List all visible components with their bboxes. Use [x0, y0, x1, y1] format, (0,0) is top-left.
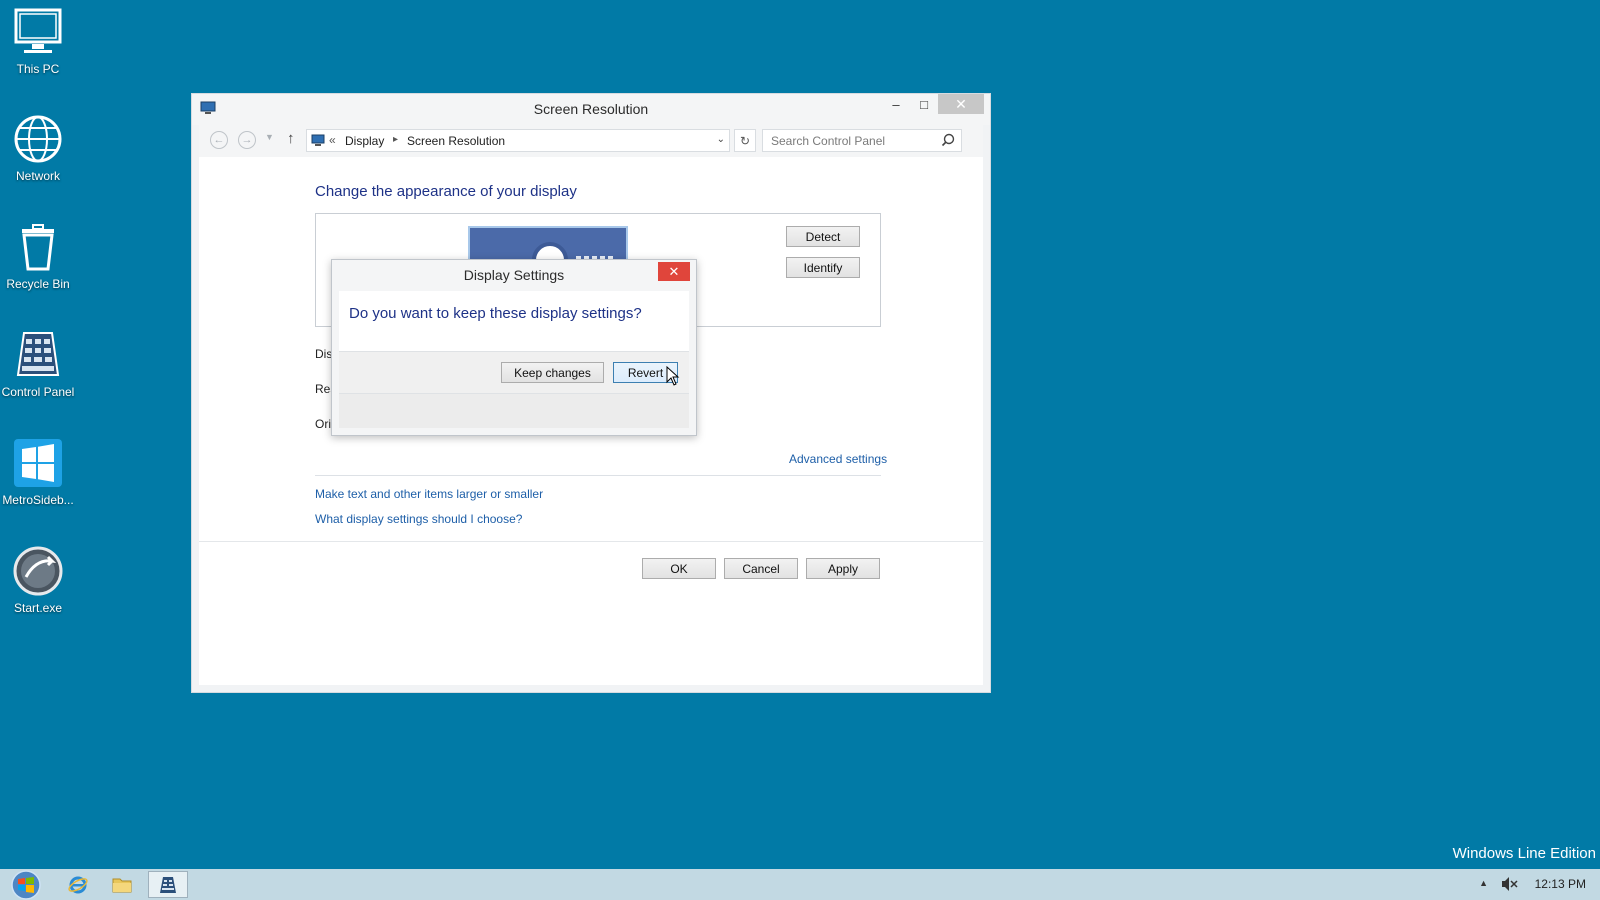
orientation-row-label: Ori	[315, 417, 331, 431]
show-hidden-icons-icon[interactable]: ▲	[1479, 878, 1488, 888]
up-arrow-icon[interactable]: ↑	[287, 130, 295, 147]
mouse-pointer-icon	[666, 366, 680, 386]
dialog-button-bar: Keep changes Revert	[339, 351, 689, 393]
breadcrumb-display[interactable]: Display	[345, 134, 384, 148]
desktop-icon-metrosidebar[interactable]: MetroSideb...	[0, 437, 76, 507]
desktop-icon-label: MetroSideb...	[2, 493, 74, 507]
breadcrumb-separator-icon[interactable]: ▸	[393, 134, 398, 145]
close-button[interactable]: ✕	[938, 94, 984, 114]
this-pc-icon	[14, 8, 62, 53]
desktop-icon-label: This PC	[16, 62, 60, 76]
title-bar[interactable]: Screen Resolution – □ ✕	[192, 94, 990, 125]
dialog-question: Do you want to keep these display settin…	[349, 305, 642, 322]
desktop-icon-this-pc[interactable]: This PC	[0, 6, 76, 76]
start-orb-icon	[13, 546, 63, 596]
desktop-icon-label: Network	[15, 169, 60, 183]
system-tray: ▲ 12:13 PM	[1400, 869, 1600, 900]
desktop-icon-start-exe[interactable]: Start.exe	[0, 545, 76, 615]
desktop-icon-label: Control Panel	[1, 385, 75, 399]
control-panel-icon	[16, 332, 60, 376]
desktop-icon-control-panel[interactable]: Control Panel	[0, 329, 76, 399]
minimize-button[interactable]: –	[882, 94, 910, 114]
desktop-icon-label: Start.exe	[13, 601, 63, 615]
detect-button[interactable]: Detect	[786, 226, 860, 247]
control-panel-small-icon	[311, 134, 325, 146]
display-settings-dialog: Display Settings ✕ Do you want to keep t…	[331, 259, 697, 436]
dialog-body: Do you want to keep these display settin…	[339, 291, 689, 351]
back-button[interactable]: ←	[210, 131, 228, 149]
footer-divider	[199, 541, 983, 542]
taskbar-control-panel[interactable]	[148, 871, 188, 898]
address-bar[interactable]: « Display ▸ Screen Resolution ⌄	[306, 129, 730, 152]
overflow-chevron-icon[interactable]: «	[329, 133, 336, 147]
windows-logo-icon	[14, 439, 62, 487]
section-divider	[315, 475, 881, 476]
refresh-button[interactable]: ↻	[734, 129, 756, 152]
advanced-settings-link[interactable]: Advanced settings	[789, 452, 887, 466]
ok-button[interactable]: OK	[642, 558, 716, 579]
text-size-link[interactable]: Make text and other items larger or smal…	[315, 487, 543, 501]
desktop-icon-recycle-bin[interactable]: Recycle Bin	[0, 221, 76, 291]
taskbar-file-explorer[interactable]	[102, 871, 142, 898]
desktop-icon-network[interactable]: Network	[0, 113, 76, 183]
control-panel-icon	[160, 876, 176, 893]
maximize-button[interactable]: □	[910, 94, 938, 114]
keep-changes-button[interactable]: Keep changes	[501, 362, 604, 383]
recycle-bin-icon	[22, 224, 54, 271]
display-row-label: Dis	[315, 347, 333, 361]
address-toolbar: ← → ▼ ↑ « Display ▸ Screen Resolution ⌄ …	[199, 125, 983, 157]
internet-explorer-icon	[68, 876, 88, 893]
edition-watermark: Windows Line Edition	[1452, 845, 1596, 862]
desktop-icon-label: Recycle Bin	[6, 277, 70, 291]
search-box[interactable]	[762, 129, 962, 152]
search-input[interactable]	[763, 130, 933, 151]
dialog-footer	[339, 393, 689, 428]
file-explorer-icon	[112, 878, 132, 892]
cancel-button[interactable]: Cancel	[724, 558, 798, 579]
identify-button[interactable]: Identify	[786, 257, 860, 278]
taskbar: ▲ 12:13 PM	[0, 869, 1600, 900]
recent-locations-icon[interactable]: ▼	[265, 132, 274, 142]
taskbar-internet-explorer[interactable]	[58, 871, 98, 898]
network-globe-icon	[14, 115, 62, 163]
breadcrumb-screen-resolution[interactable]: Screen Resolution	[407, 134, 505, 148]
forward-button[interactable]: →	[238, 131, 256, 149]
dialog-title: Display Settings	[463, 267, 565, 283]
display-help-link[interactable]: What display settings should I choose?	[315, 512, 522, 526]
search-icon[interactable]	[941, 133, 955, 147]
address-dropdown-icon[interactable]: ⌄	[717, 134, 725, 145]
window-title: Screen Resolution	[533, 101, 649, 117]
volume-muted-icon[interactable]	[1500, 876, 1518, 892]
page-heading: Change the appearance of your display	[315, 183, 577, 200]
apply-button[interactable]: Apply	[806, 558, 880, 579]
taskbar-clock[interactable]: 12:13 PM	[1535, 877, 1586, 891]
start-orb-icon[interactable]	[8, 869, 44, 900]
dialog-close-button[interactable]: ✕	[658, 262, 690, 281]
